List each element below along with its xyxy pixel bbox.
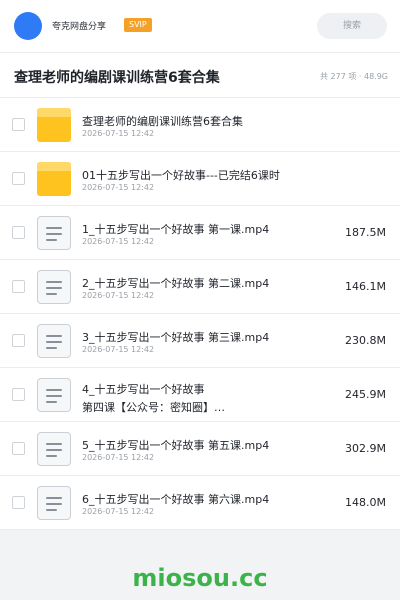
select-checkbox[interactable] [12,496,25,509]
file-size: 146.1M [345,280,386,293]
avatar[interactable] [14,12,42,40]
file-date: 2026-07-15 12:42 [82,183,155,192]
file-name: 5_十五步写出一个好故事 第五课.mp4 [82,439,270,452]
file-name: 2_十五步写出一个好故事 第二课.mp4 [82,277,270,290]
video-file-icon [37,378,71,412]
share-header: 查理老师的编剧课训练营6套合集 共 277 项 · 48.9G [0,52,400,98]
select-checkbox[interactable] [12,334,25,347]
file-size: 187.5M [345,226,386,239]
file-date: 2026-07-15 12:42 [82,129,155,138]
video-file-icon [37,432,71,466]
select-checkbox[interactable] [12,280,25,293]
item-count-summary: 共 277 项 · 48.9G [320,72,388,81]
select-checkbox[interactable] [12,226,25,239]
file-name: 1_十五步写出一个好故事 第一课.mp4 [82,223,270,236]
video-file-icon [37,324,71,358]
list-item[interactable]: 01十五步写出一个好故事---已完结6课时 2026-07-15 12:42 [0,152,400,206]
file-name: 查理老师的编剧课训练营6套合集 [82,115,243,128]
top-bar: 夸克网盘分享 SVIP 搜索 [0,0,400,52]
file-date: 2026-07-15 12:42 [82,507,155,516]
file-size: 245.9M [345,388,386,401]
list-item[interactable]: 1_十五步写出一个好故事 第一课.mp4 2026-07-15 12:42 18… [0,206,400,260]
file-name: 3_十五步写出一个好故事 第三课.mp4 [82,331,270,344]
page-title: 查理老师的编剧课训练营6套合集 [14,70,220,86]
file-name: 6_十五步写出一个好故事 第六课.mp4 [82,493,270,506]
file-name-continued: 第四课【公众号：密知圈】… [82,401,225,414]
site-watermark: miosou.cc [132,564,268,592]
file-date: 2026-07-15 12:42 [82,291,155,300]
file-size: 230.8M [345,334,386,347]
file-list: 查理老师的编剧课训练营6套合集 2026-07-15 12:42 01十五步写出… [0,98,400,530]
file-date: 2026-07-15 12:42 [82,453,155,462]
file-date: 2026-07-15 12:42 [82,345,155,354]
video-file-icon [37,270,71,304]
file-name: 4_十五步写出一个好故事 [82,383,205,396]
select-checkbox[interactable] [12,388,25,401]
app-name: 夸克网盘分享 [52,22,107,32]
list-item[interactable]: 2_十五步写出一个好故事 第二课.mp4 2026-07-15 12:42 14… [0,260,400,314]
video-file-icon [37,486,71,520]
select-checkbox[interactable] [12,118,25,131]
file-date: 2026-07-15 12:42 [82,237,155,246]
list-item[interactable]: 5_十五步写出一个好故事 第五课.mp4 2026-07-15 12:42 30… [0,422,400,476]
select-checkbox[interactable] [12,442,25,455]
file-size: 302.9M [345,442,386,455]
select-checkbox[interactable] [12,172,25,185]
list-item[interactable]: 4_十五步写出一个好故事 第四课【公众号：密知圈】… 245.9M [0,368,400,422]
list-item[interactable]: 3_十五步写出一个好故事 第三课.mp4 2026-07-15 12:42 23… [0,314,400,368]
file-name: 01十五步写出一个好故事---已完结6课时 [82,169,280,182]
list-item[interactable]: 查理老师的编剧课训练营6套合集 2026-07-15 12:42 [0,98,400,152]
video-file-icon [37,216,71,250]
search-button[interactable]: 搜索 [317,13,387,39]
file-size: 148.0M [345,496,386,509]
svip-badge: SVIP [124,18,152,32]
folder-icon [37,108,71,142]
folder-icon [37,162,71,196]
list-item[interactable]: 6_十五步写出一个好故事 第六课.mp4 2026-07-15 12:42 14… [0,476,400,530]
